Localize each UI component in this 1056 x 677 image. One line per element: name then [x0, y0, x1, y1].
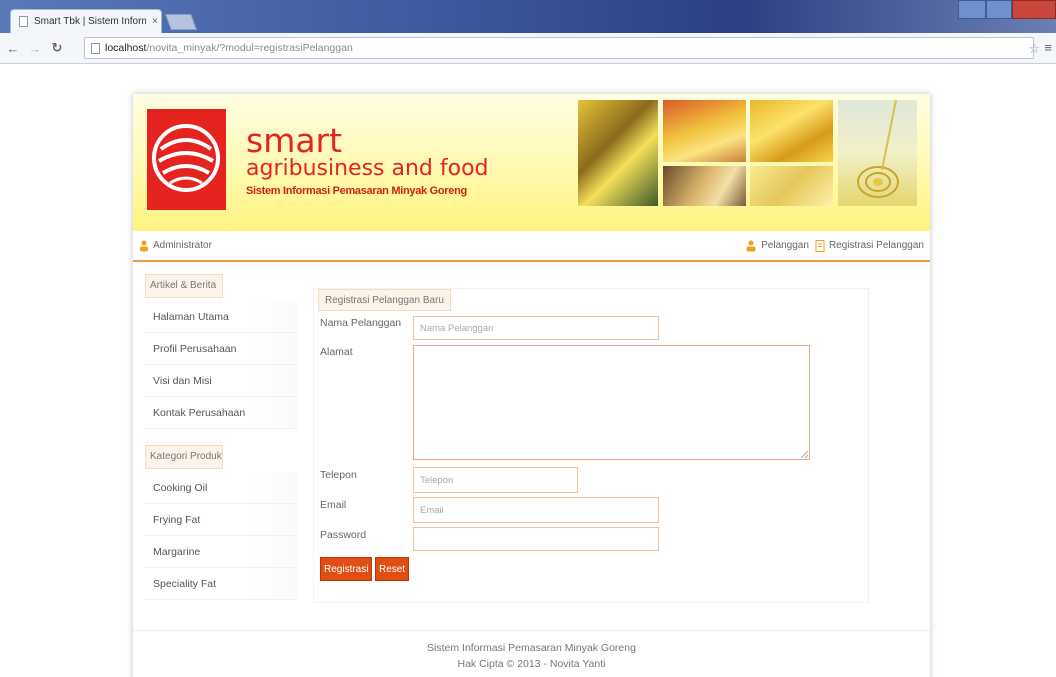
photo-pastry — [663, 166, 746, 206]
resize-grip-icon[interactable] — [801, 451, 808, 458]
browser-titlebar: Smart Tbk | Sistem Inform × — [0, 0, 1056, 33]
footer-line-1: Sistem Informasi Pemasaran Minyak Goreng — [427, 642, 636, 654]
close-window-button[interactable] — [1012, 0, 1056, 19]
link-registrasi-label: Registrasi Pelanggan — [828, 240, 924, 251]
page-icon — [91, 42, 100, 54]
sidebar-heading-kategori: Kategori Produk — [145, 445, 223, 469]
sidebar-item-frying-fat[interactable]: Frying Fat — [145, 504, 297, 536]
email-placeholder: Email — [420, 504, 444, 516]
admin-label: Administrator — [153, 240, 212, 251]
star-icon[interactable]: ☆ — [1028, 41, 1040, 57]
photo-oil-bottles — [578, 100, 658, 206]
users-icon — [746, 240, 756, 251]
maximize-button[interactable] — [986, 0, 1012, 19]
label-email: Email — [320, 499, 347, 511]
nama-placeholder: Nama Pelanggan — [420, 322, 494, 334]
brand-subtitle: agribusiness and food — [246, 156, 489, 181]
email-input[interactable]: Email — [413, 497, 659, 523]
sidebar-item-speciality-fat[interactable]: Speciality Fat — [145, 568, 297, 600]
admin-link[interactable]: Administrator — [139, 240, 212, 252]
logo-icon — [147, 109, 226, 210]
new-tab-button[interactable] — [165, 14, 197, 30]
page-viewport: smart agribusiness and food Sistem Infor… — [0, 64, 1056, 677]
link-pelanggan-label: Pelanggan — [761, 240, 809, 251]
url-host: localhost — [105, 42, 147, 54]
sidebar-item-kontak[interactable]: Kontak Perusahaan — [145, 397, 297, 429]
link-registrasi-pelanggan[interactable]: Registrasi Pelanggan — [815, 239, 924, 252]
telepon-input[interactable]: Telepon — [413, 467, 578, 493]
sidebar-item-profil-perusahaan[interactable]: Profil Perusahaan — [145, 333, 297, 365]
site-container: smart agribusiness and food Sistem Infor… — [133, 94, 930, 677]
brand-tagline: Sistem Informasi Pemasaran Minyak Goreng — [246, 185, 467, 197]
photo-fries — [663, 100, 746, 162]
sidebar-heading-artikel: Artikel & Berita — [145, 274, 223, 298]
site-footer: Sistem Informasi Pemasaran Minyak Goreng… — [133, 630, 930, 677]
page-icon — [19, 16, 28, 27]
user-icon — [140, 240, 148, 251]
tab-close-icon[interactable]: × — [152, 16, 158, 27]
nama-pelanggan-input[interactable]: Nama Pelanggan — [413, 316, 659, 340]
url-path: /novita_minyak/?modul=registrasiPelangga… — [146, 42, 353, 54]
product-photos — [578, 99, 917, 206]
registration-form: Registrasi Pelanggan Baru Nama Pelanggan… — [313, 288, 869, 603]
form-title: Registrasi Pelanggan Baru — [318, 289, 451, 311]
label-alamat: Alamat — [320, 346, 353, 358]
photo-oil-drop — [838, 99, 917, 206]
browser-toolbar: ← → ↻ localhost/novita_minyak/?modul=reg… — [0, 33, 1056, 64]
site-banner: smart agribusiness and food Sistem Infor… — [133, 94, 930, 231]
forward-icon[interactable]: → — [26, 41, 44, 56]
sidebar-item-cooking-oil[interactable]: Cooking Oil — [145, 472, 297, 504]
label-telepon: Telepon — [320, 469, 357, 481]
header-links: Pelanggan Registrasi Pelanggan — [745, 239, 924, 252]
window-controls — [958, 0, 1056, 19]
user-bar: Administrator Pelanggan Registrasi Pelan… — [133, 231, 930, 262]
sidebar: Artikel & Berita Halaman Utama Profil Pe… — [145, 274, 297, 600]
footer-copyright: Hak Cipta © 2013 - Novita Yanti — [457, 658, 606, 670]
minimize-button[interactable] — [958, 0, 986, 19]
password-input[interactable] — [413, 527, 659, 551]
sidebar-item-margarine[interactable]: Margarine — [145, 536, 297, 568]
back-icon[interactable]: ← — [4, 41, 22, 56]
sidebar-item-visi-misi[interactable]: Visi dan Misi — [145, 365, 297, 397]
brand: smart agribusiness and food Sistem Infor… — [246, 121, 489, 198]
label-nama: Nama Pelanggan — [320, 317, 402, 329]
sidebar-item-halaman-utama[interactable]: Halaman Utama — [145, 301, 297, 333]
document-icon — [815, 239, 825, 252]
menu-icon[interactable]: ≡ — [1044, 40, 1052, 55]
address-bar[interactable]: localhost/novita_minyak/?modul=registras… — [84, 37, 1034, 59]
link-pelanggan[interactable]: Pelanggan — [745, 240, 809, 252]
reset-button[interactable]: Reset — [375, 557, 410, 581]
alamat-textarea[interactable] — [413, 345, 810, 460]
brand-name: smart — [246, 121, 343, 160]
photo-chips — [750, 100, 833, 162]
registrasi-button[interactable]: Registrasi — [320, 557, 373, 581]
browser-tab[interactable]: Smart Tbk | Sistem Inform × — [10, 9, 162, 33]
photo-oil-pour — [750, 166, 833, 206]
telepon-placeholder: Telepon — [420, 474, 454, 486]
reload-icon[interactable]: ↻ — [48, 40, 66, 56]
tab-title: Smart Tbk | Sistem Inform — [34, 16, 146, 27]
label-password: Password — [320, 529, 367, 541]
